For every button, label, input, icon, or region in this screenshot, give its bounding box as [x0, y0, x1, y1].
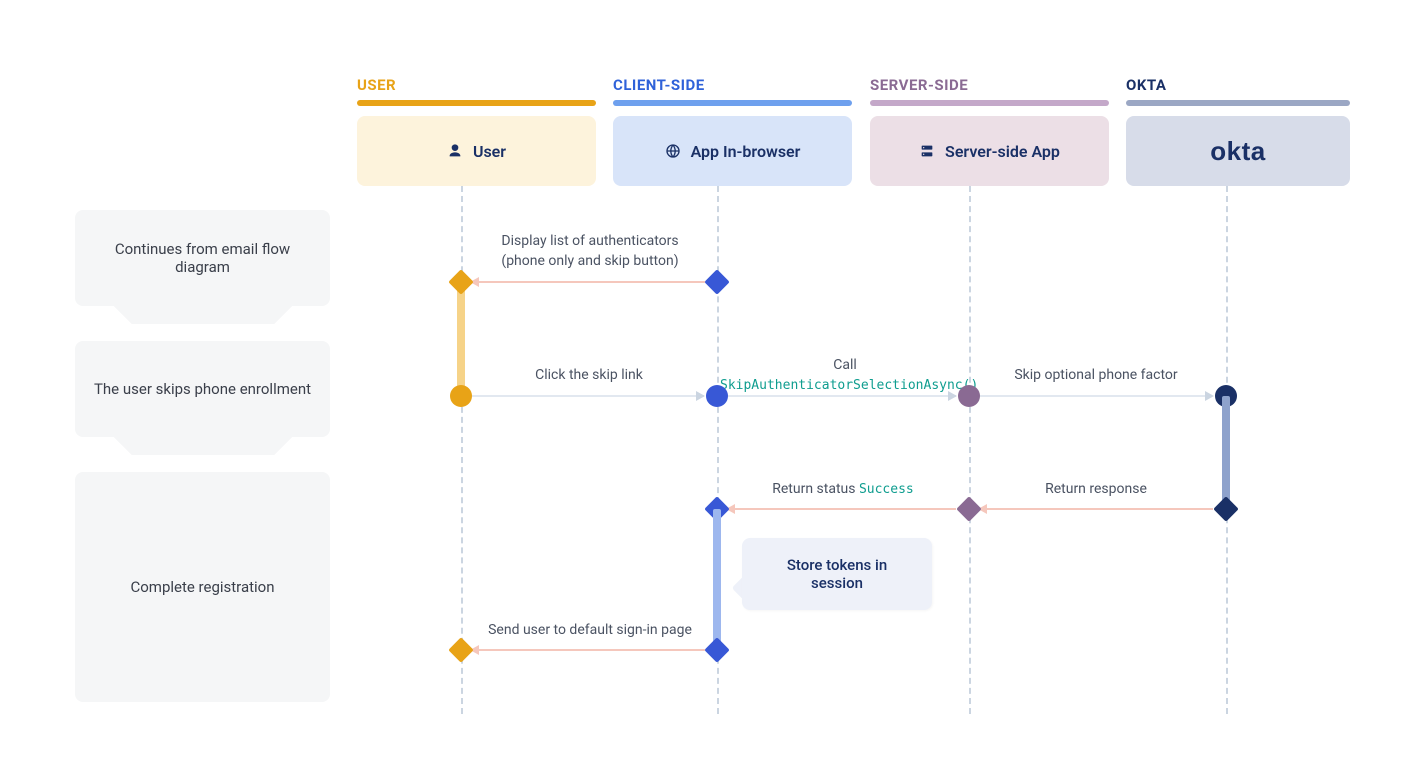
step-card: Continues from email flow diagram	[75, 210, 330, 306]
message-label: Click the skip link	[474, 366, 704, 386]
diamond-node	[956, 496, 981, 521]
message-label: Return response	[980, 480, 1212, 500]
lifeline-server	[969, 186, 971, 714]
message-label: Skip optional phone factor	[980, 366, 1212, 386]
step-card: Complete registration	[75, 472, 330, 702]
note-box: Store tokens in session	[742, 538, 932, 610]
return-arrow	[479, 649, 705, 651]
lane-box-label: User	[473, 142, 506, 161]
forward-arrow	[728, 395, 956, 397]
lane-box-label: App In-browser	[691, 142, 801, 161]
message-label: Display list of authenticators (phone on…	[470, 232, 710, 271]
lane-bar-okta	[1126, 100, 1350, 106]
diamond-node	[1213, 496, 1238, 521]
message-label: Call SkipAuthenticatorSelectionAsync()	[720, 356, 970, 395]
step-label: Continues from email flow diagram	[91, 240, 314, 276]
lane-bar-server	[870, 100, 1109, 106]
step-label: Complete registration	[130, 578, 274, 596]
lane-header-user: USER	[357, 76, 396, 94]
lane-box-okta: okta	[1126, 116, 1350, 186]
activation-bar	[457, 282, 465, 396]
return-arrow	[987, 508, 1213, 510]
lane-bar-user	[357, 100, 596, 106]
lane-header-server: SERVER-SIDE	[870, 76, 968, 94]
lane-box-server: Server-side App	[870, 116, 1109, 186]
circle-node	[450, 385, 472, 407]
lane-header-client: CLIENT-SIDE	[613, 76, 705, 94]
message-label: Send user to default sign-in page	[466, 621, 714, 641]
step-label: The user skips phone enrollment	[94, 380, 311, 398]
lane-bar-client	[613, 100, 852, 106]
message-label: Return status Success	[728, 480, 958, 500]
return-arrow	[735, 508, 956, 510]
lane-header-okta: OKTA	[1126, 76, 1166, 94]
forward-arrow	[980, 395, 1212, 397]
arrow-head-icon	[696, 391, 705, 401]
diamond-node	[704, 637, 729, 662]
return-arrow	[479, 281, 705, 283]
circle-node	[958, 385, 980, 407]
diamond-node	[448, 269, 473, 294]
globe-icon	[665, 143, 681, 159]
step-card: The user skips phone enrollment	[75, 341, 330, 437]
step-chevron-icon	[75, 437, 330, 455]
diamond-node	[704, 269, 729, 294]
arrow-head-icon	[1205, 391, 1214, 401]
lane-box-user: User	[357, 116, 596, 186]
activation-bar	[1222, 396, 1230, 509]
sequence-diagram: USER User CLIENT-SIDE App In-browser SER…	[0, 0, 1424, 774]
activation-bar	[713, 509, 721, 650]
lane-box-label: Server-side App	[945, 142, 1060, 161]
lifeline-user	[461, 186, 463, 714]
step-chevron-icon	[75, 306, 330, 324]
forward-arrow	[472, 395, 704, 397]
diamond-node	[448, 637, 473, 662]
user-icon	[447, 143, 463, 159]
lane-box-client: App In-browser	[613, 116, 852, 186]
server-icon	[919, 143, 935, 159]
circle-node	[706, 385, 728, 407]
okta-logo: okta	[1210, 136, 1265, 167]
